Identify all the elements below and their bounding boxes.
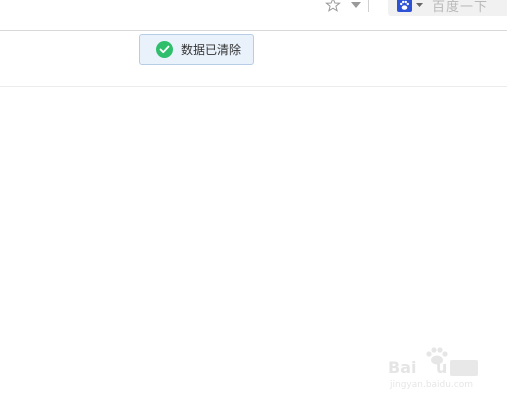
svg-text:Bai: Bai <box>388 358 416 377</box>
toolbar-divider <box>368 0 369 12</box>
browser-toolbar: 百度一下 <box>0 0 507 31</box>
search-box[interactable]: 百度一下 <box>388 0 507 16</box>
svg-text:jingyan.baidu.com: jingyan.baidu.com <box>389 380 473 390</box>
notification-bar: 数据已清除 <box>0 31 507 87</box>
caret-down-icon[interactable] <box>350 0 362 10</box>
star-icon[interactable] <box>324 0 342 14</box>
svg-text:u: u <box>436 358 447 377</box>
baidu-jingyan-watermark: Bai u jingyan.baidu.com <box>388 345 488 395</box>
engine-caret-icon[interactable] <box>415 2 423 8</box>
check-circle-icon <box>156 41 173 58</box>
toast-message: 数据已清除 <box>181 43 242 57</box>
baidu-paw-icon[interactable] <box>397 0 412 12</box>
search-input[interactable]: 百度一下 <box>432 0 488 15</box>
toast-notification: 数据已清除 <box>139 34 254 65</box>
